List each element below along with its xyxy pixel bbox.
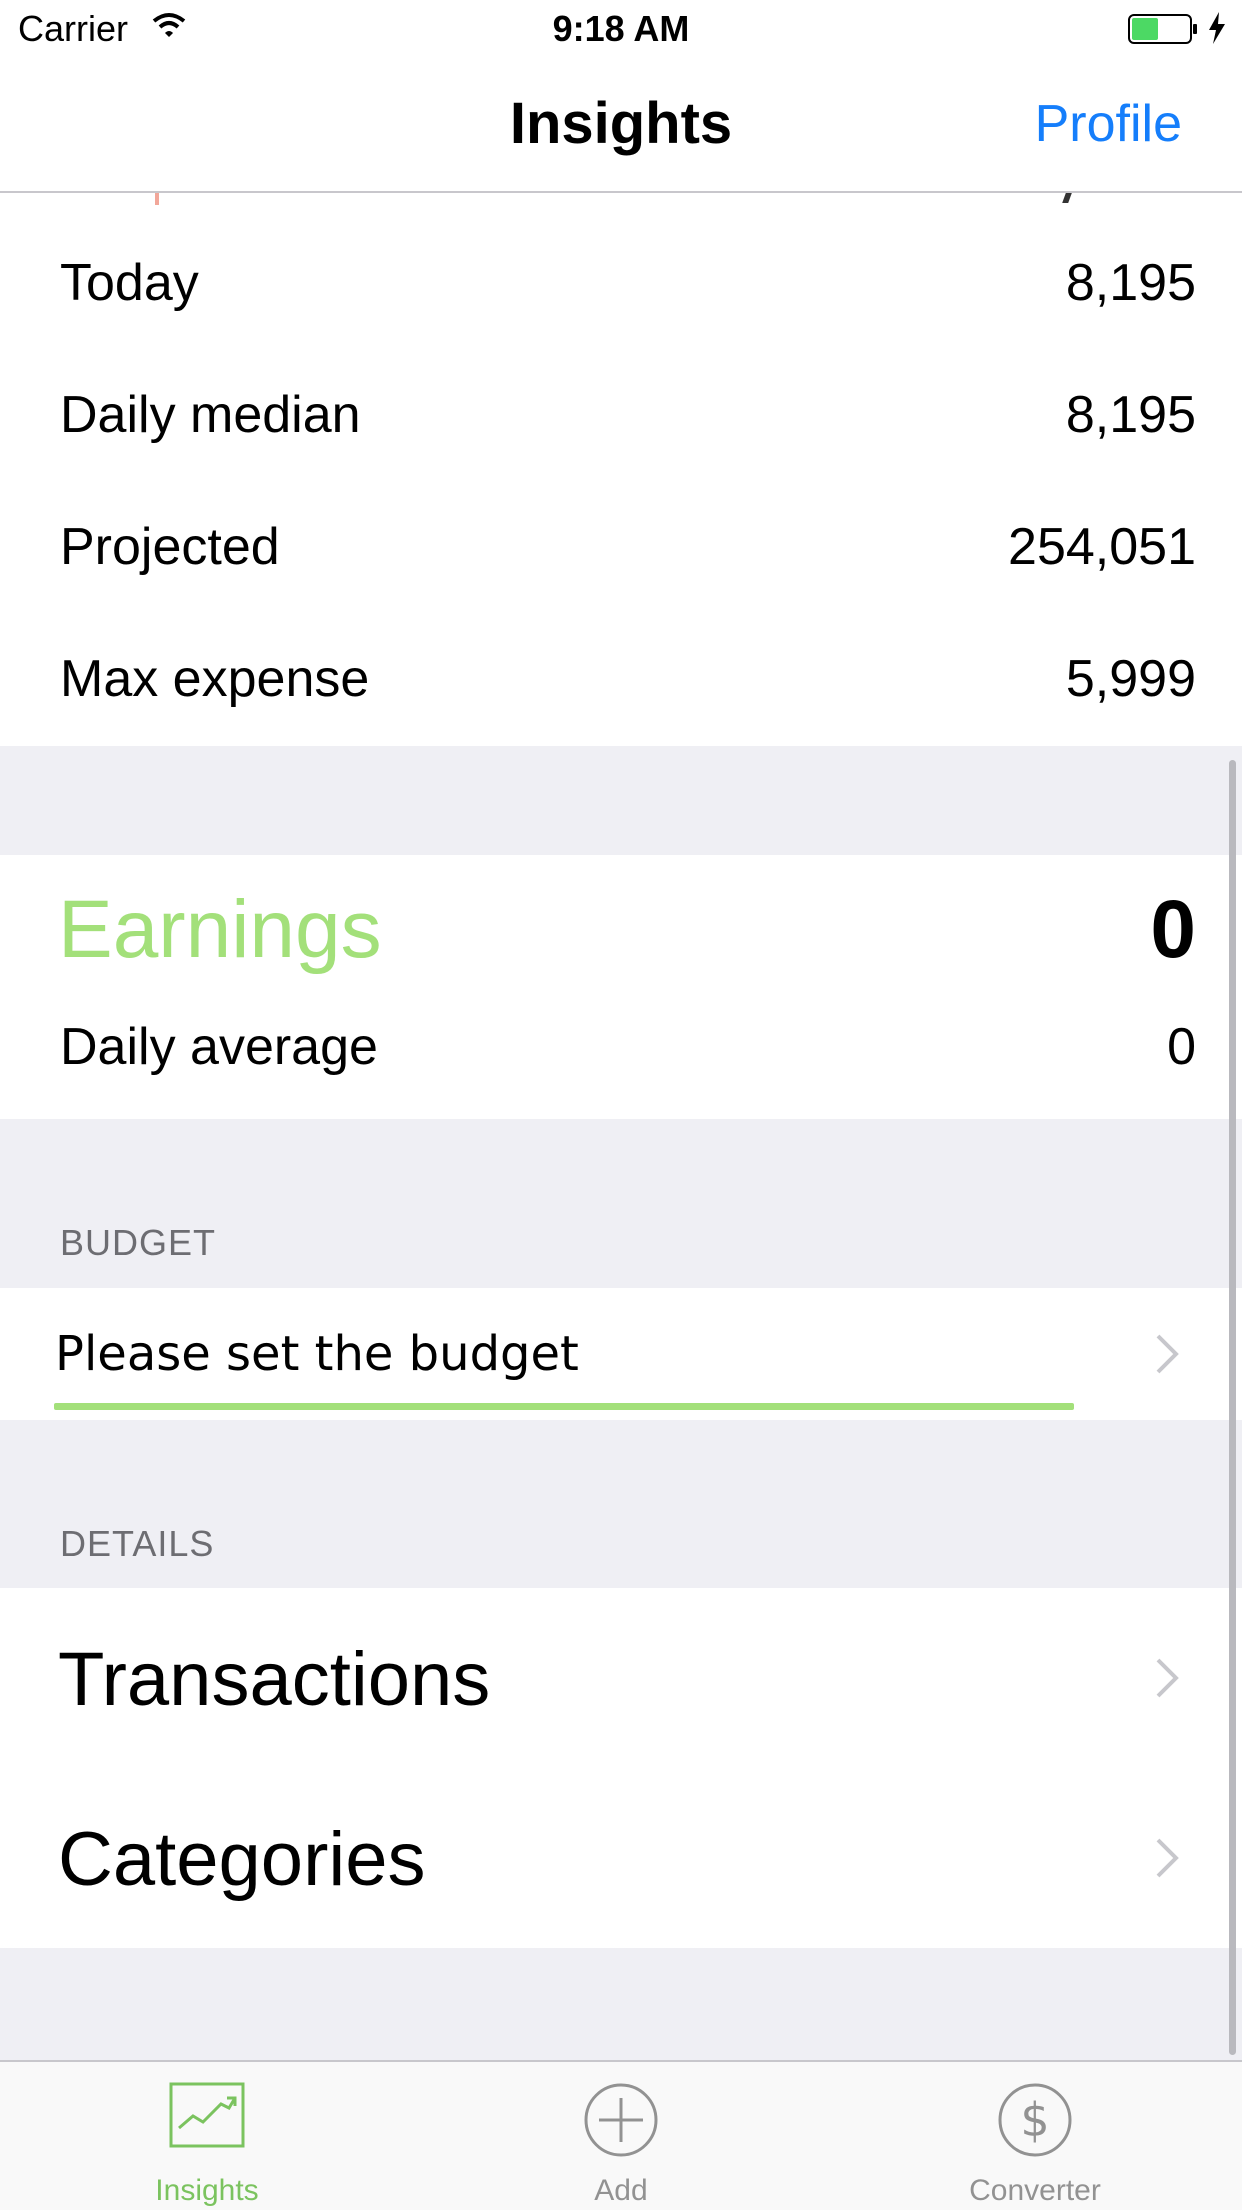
- tab-label: Insights: [155, 2174, 259, 2207]
- stat-label: Daily median: [60, 386, 361, 444]
- details-item-label: Categories: [58, 1817, 426, 1902]
- earnings-section: Earnings 0 Daily average 0: [0, 855, 1242, 1119]
- stat-value: 5,999: [1065, 650, 1196, 708]
- battery-icon: [1128, 14, 1198, 49]
- stat-row-max-expense: Max expense 5,999: [0, 619, 1242, 751]
- details-section-header: DETAILS: [60, 1523, 215, 1564]
- budget-label: Please set the budget: [55, 1326, 579, 1382]
- details-section: Transactions Categories: [0, 1588, 1242, 1948]
- stat-value: 0: [1167, 1018, 1196, 1076]
- budget-progress-bar: [54, 1403, 1074, 1410]
- earnings-title: Earnings: [58, 884, 382, 975]
- scrollbar[interactable]: [1229, 760, 1236, 2055]
- profile-button[interactable]: Profile: [1035, 94, 1182, 154]
- svg-text:$: $: [1020, 2093, 1049, 2147]
- charging-bolt-icon: [1208, 12, 1226, 49]
- tab-label: Add: [594, 2174, 648, 2207]
- status-bar: Carrier 9:18 AM: [0, 0, 1242, 60]
- clock: 9:18 AM: [552, 8, 690, 49]
- chart-icon: [169, 2082, 245, 2153]
- details-item-transactions[interactable]: Transactions: [0, 1588, 1242, 1768]
- stat-row-today: Today 8,195: [0, 223, 1242, 355]
- plus-circle-icon: [583, 2082, 659, 2163]
- stat-label: Max expense: [60, 650, 370, 708]
- stat-row-projected: Projected 254,051: [0, 487, 1242, 619]
- scrolled-content-edge: [155, 193, 159, 205]
- tab-label: Converter: [969, 2174, 1101, 2207]
- stat-label: Daily average: [60, 1018, 378, 1076]
- chevron-right-icon: [1152, 1836, 1182, 1880]
- stat-value: 8,195: [1065, 254, 1196, 312]
- stat-label: Today: [60, 254, 199, 312]
- details-item-categories[interactable]: Categories: [0, 1768, 1242, 1948]
- stat-row-daily-average: Daily average 0: [0, 987, 1242, 1119]
- navigation-bar: Insights Profile: [0, 60, 1242, 193]
- stat-label: Projected: [60, 518, 280, 576]
- budget-cell[interactable]: Please set the budget: [0, 1288, 1242, 1420]
- tab-insights[interactable]: Insights: [0, 2062, 414, 2210]
- earnings-total: 0: [1150, 884, 1196, 975]
- tab-add[interactable]: Add: [414, 2062, 828, 2210]
- details-item-label: Transactions: [58, 1637, 491, 1722]
- stat-value: 8,195: [1065, 386, 1196, 444]
- budget-section-header: BUDGET: [60, 1222, 217, 1263]
- tab-bar: Insights Add $ Converter: [0, 2060, 1242, 2210]
- chevron-right-icon: [1152, 1656, 1182, 1700]
- dollar-circle-icon: $: [997, 2082, 1073, 2163]
- expense-stats-section: Today 8,195 Daily median 8,195 Projected…: [0, 193, 1242, 746]
- tab-converter[interactable]: $ Converter: [828, 2062, 1242, 2210]
- chevron-right-icon: [1152, 1332, 1182, 1376]
- stat-value: 254,051: [1008, 518, 1196, 576]
- stat-row-daily-median: Daily median 8,195: [0, 355, 1242, 487]
- scrolled-content-edge: [1028, 193, 1078, 203]
